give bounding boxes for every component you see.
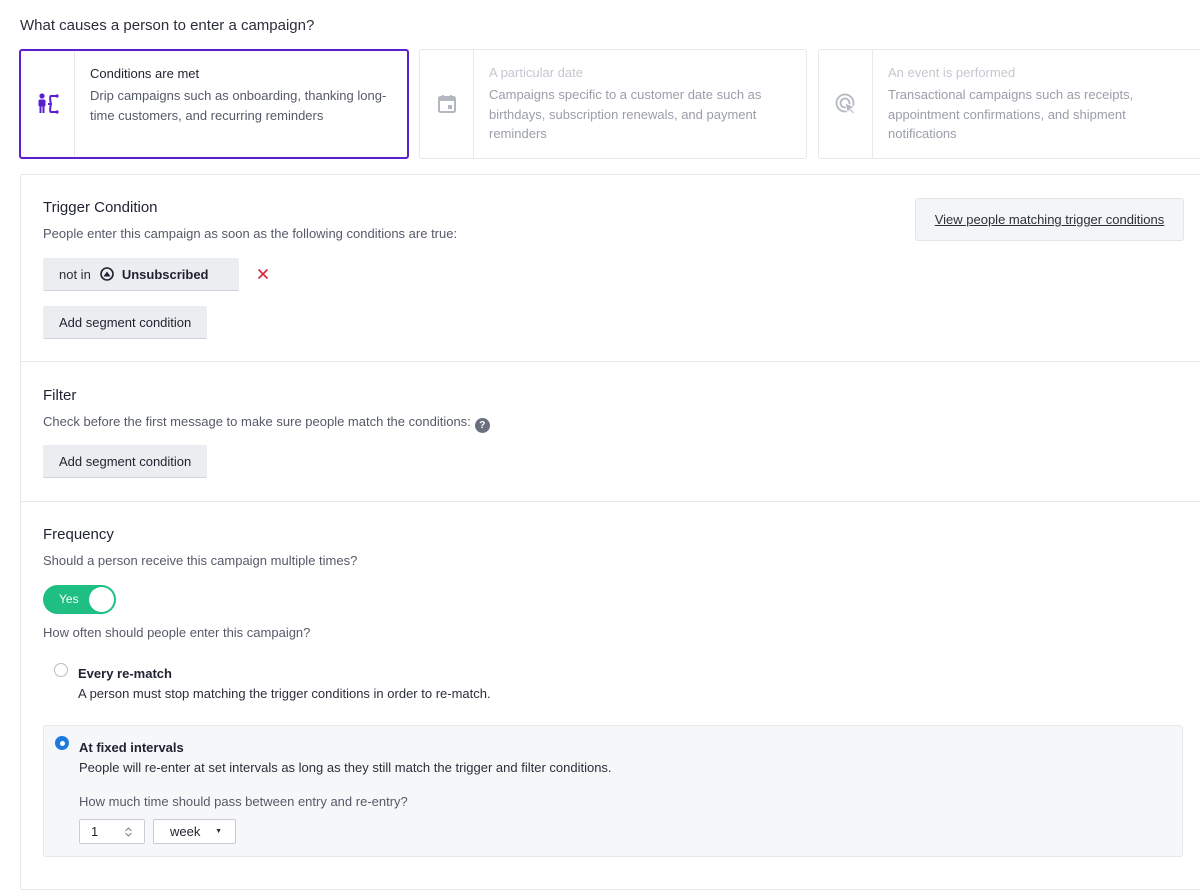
segment-icon [100, 267, 114, 281]
frequency-title: Frequency [43, 526, 114, 543]
card-description: Transactional campaigns such as receipts… [888, 87, 1134, 141]
card-text: A particular date Campaigns specific to … [474, 50, 804, 158]
frequency-subtitle: Should a person receive this campaign mu… [43, 553, 358, 568]
interval-number-input[interactable]: 1 [79, 819, 145, 844]
interval-question: How much time should pass between entry … [79, 794, 408, 809]
card-description: Drip campaigns such as onboarding, thank… [90, 88, 387, 123]
card-title: A particular date [489, 65, 583, 80]
how-often-label: How often should people enter this campa… [43, 625, 311, 640]
trigger-card-date[interactable]: A particular date Campaigns specific to … [419, 49, 807, 159]
toggle-label: Yes [59, 592, 79, 606]
icon-column [420, 50, 474, 158]
page-question: What causes a person to enter a campaign… [20, 17, 315, 34]
icon-column [21, 51, 75, 157]
person-branch-icon [38, 93, 59, 114]
every-rematch-title[interactable]: Every re-match [78, 666, 172, 681]
every-rematch-description: A person must stop matching the trigger … [78, 686, 491, 701]
interval-value: 1 [91, 824, 99, 839]
condition-operator: not in [59, 266, 91, 282]
view-matching-people-button[interactable]: View people matching trigger conditions [915, 198, 1184, 241]
filter-subtitle-row: Check before the first message to make s… [43, 414, 490, 433]
fixed-intervals-title[interactable]: At fixed intervals [79, 740, 184, 755]
every-rematch-radio[interactable] [54, 663, 68, 677]
section-divider [21, 501, 1200, 502]
campaign-settings-panel: Trigger Condition People enter this camp… [20, 174, 1200, 890]
card-title: An event is performed [888, 65, 1016, 80]
toggle-knob [89, 587, 114, 612]
fixed-intervals-box: At fixed intervals People will re-enter … [43, 725, 1183, 857]
remove-condition-icon[interactable] [255, 266, 271, 282]
section-divider [21, 361, 1200, 362]
trigger-condition-subtitle: People enter this campaign as soon as th… [43, 226, 458, 241]
trigger-card-conditions[interactable]: Conditions are met Drip campaigns such a… [19, 49, 409, 159]
card-title: Conditions are met [90, 66, 200, 81]
help-icon[interactable]: ? [474, 418, 490, 433]
trigger-card-event[interactable]: An event is performed Transactional camp… [818, 49, 1200, 159]
fixed-intervals-radio[interactable] [55, 736, 69, 750]
segment-condition-chip[interactable]: not in Unsubscribed [43, 258, 239, 291]
stepper-arrows-icon[interactable] [124, 826, 133, 838]
filter-subtitle: Check before the first message to make s… [43, 414, 471, 429]
trigger-condition-title: Trigger Condition [43, 199, 158, 216]
card-text: Conditions are met Drip campaigns such a… [75, 51, 405, 157]
interval-unit-select[interactable]: week ▼ [153, 819, 236, 844]
condition-segment-name: Unsubscribed [121, 266, 209, 282]
repeat-toggle[interactable]: Yes [43, 585, 116, 614]
add-filter-segment-button[interactable]: Add segment condition [43, 445, 208, 478]
card-text: An event is performed Transactional camp… [873, 50, 1200, 158]
calendar-icon [437, 95, 456, 113]
cursor-click-icon [835, 93, 856, 115]
filter-title: Filter [43, 387, 77, 404]
interval-unit: week [170, 824, 201, 839]
add-trigger-segment-button[interactable]: Add segment condition [43, 306, 208, 339]
chevron-down-icon: ▼ [215, 828, 222, 835]
icon-column [819, 50, 873, 158]
fixed-intervals-description: People will re-enter at set intervals as… [79, 760, 612, 775]
card-description: Campaigns specific to a customer date su… [489, 87, 762, 141]
